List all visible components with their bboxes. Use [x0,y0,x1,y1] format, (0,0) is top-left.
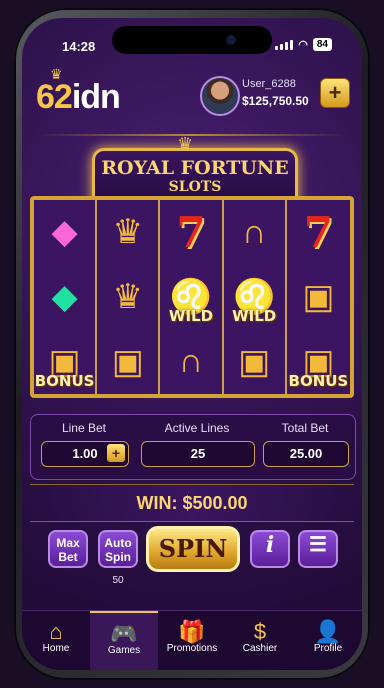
crown-glyph: ♛ [112,213,144,252]
spin-button[interactable]: SPIN [146,526,240,572]
max-bet-button[interactable]: Max Bet [48,530,88,568]
avatar[interactable] [200,76,240,116]
reel-3: 7 ♌ WILD ∩ [160,200,224,394]
horseshoe-icon: ∩ [160,329,221,394]
nav-item-cashier[interactable]: $ Cashier [226,611,294,670]
treasure-chest-icon: ▣ [97,329,158,394]
treasure-chest-icon: ▣ BONUS [34,329,95,394]
nav-label: Promotions [166,643,218,654]
diamond-pink-glyph: ◆ [51,213,78,252]
diamond-green-glyph: ◆ [51,278,78,316]
notch [112,26,272,54]
symbol-label: WILD [232,307,277,326]
info-button[interactable]: i [250,530,290,568]
nav-item-home[interactable]: ⌂ Home [22,611,90,670]
horseshoe-glyph: ∩ [241,212,267,251]
treasure-chest-icon: ▣ [287,265,350,330]
app-screen: 14:28 ◠ 84 ♛ 62idn User_6288 $125,750.50… [22,18,362,670]
total-bet-value: 25.00 [263,441,349,467]
username: User_6288 [242,78,296,90]
nav-label: Profile [313,643,343,654]
status-bar: 14:28 ◠ 84 [22,18,362,62]
home-icon: ⌂ [49,619,63,644]
horseshoe-icon: ∩ [224,200,285,265]
signal-icon [275,39,294,50]
active-lines-label: Active Lines [164,421,230,435]
reel-2: ♛ ♛ ▣ [97,200,161,394]
crown-glyph: ♛ [112,278,144,316]
symbol-label: WILD [168,307,214,326]
nav-item-games[interactable]: 🎮 Games [90,611,158,670]
active-lines-value[interactable]: 25 [141,441,255,467]
add-funds-button[interactable]: + [320,78,350,108]
reel-1: ◆ ◆ ▣ BONUS [34,200,98,394]
diamond-pink-icon: ◆ [34,200,95,265]
crown-icon: ♛ [97,200,158,265]
header: ♛ 62idn User_6288 $125,750.50 + [22,66,362,124]
reel-5: 7 ▣ ▣ BONUS [287,200,350,394]
treasure-chest-icon: ▣ BONUS [287,329,350,394]
reel-4: ∩ ♌ WILD ▣ [224,200,287,394]
seven-glyph: 7 [176,207,206,257]
nav-label: Games [107,645,141,656]
diamond-green-icon: ◆ [34,265,95,330]
lion-icon: ♌ WILD [160,265,221,330]
clock: 14:28 [62,39,96,54]
camera-icon [226,35,236,45]
seven-glyph: 7 [303,207,334,257]
line-bet-label: Line Bet [61,421,107,435]
total-bet-label: Total Bet [281,421,329,435]
treasure-chest-glyph: ▣ [111,342,144,381]
user-panel: User_6288 $125,750.50 + [200,76,350,116]
lion-icon: ♌ WILD [224,265,285,330]
seven-icon: 7 [160,200,221,265]
crown-icon: ♛ [97,265,158,330]
win-display: WIN: $500.00 [30,484,354,522]
balance: $125,750.50 [242,94,309,108]
treasure-chest-glyph: ▣ [238,342,271,381]
cashier-icon: $ [253,619,267,644]
nav-label: Cashier [242,643,278,654]
auto-spin-count: 50 [112,575,124,586]
line-bet-increase-button[interactable]: + [107,444,125,462]
gift-icon: 🎁 [178,619,206,644]
bottom-nav: ⌂ Home 🎮 Games 🎁 Promotions $ Cashier 👤 Profile [22,610,362,670]
nav-item-profile[interactable]: 👤 Profile [294,611,362,670]
treasure-chest-glyph: ▣ [302,278,335,316]
menu-button[interactable]: ☰ [298,530,338,568]
nav-item-promotions[interactable]: 🎁 Promotions [158,611,226,670]
slot-reels: ◆ ◆ ▣ BONUS ♛ ♛ ▣ 7 ♌ WILD ∩ ∩ ♌ WILD ▣ 7 ▣ ▣ BONUS [30,196,354,398]
nav-label: Home [42,643,70,654]
horseshoe-glyph: ∩ [178,342,204,381]
wifi-icon: ◠ [298,39,308,51]
battery-icon: 84 [312,38,332,51]
auto-spin-button[interactable]: Auto Spin [98,530,138,568]
profile-icon: 👤 [314,619,342,644]
brand-logo[interactable]: 62idn [36,78,121,117]
status-icons: ◠ 84 [275,38,332,51]
symbol-label: BONUS [288,372,349,391]
treasure-chest-icon: ▣ [224,329,285,394]
symbol-label: BONUS [34,372,95,391]
gamepad-icon: 🎮 [110,621,138,646]
bet-panel: Line Bet − 1.00 + Active Lines 25 Total … [30,414,356,480]
seven-icon: 7 [287,200,350,265]
